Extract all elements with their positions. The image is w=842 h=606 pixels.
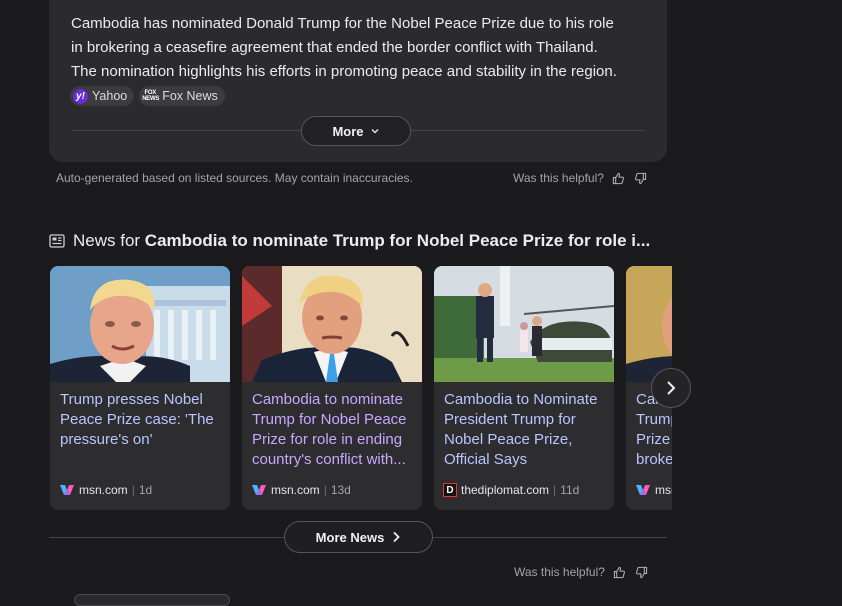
chevron-right-icon [667, 381, 676, 395]
news-image [434, 266, 614, 382]
next-section-stub [74, 594, 230, 606]
news-card-source: D thediplomat.com | 11d [443, 483, 579, 497]
summary-line: in brokering a ceasefire agreement that … [71, 39, 598, 56]
msn-icon [60, 485, 74, 495]
news-age: 11d [560, 483, 580, 497]
summary-text: Cambodia has nominated Donald Trump for … [71, 12, 651, 84]
news-age: 1d [138, 483, 153, 497]
disclaimer: Auto-generated based on listed sources. … [56, 171, 413, 185]
news-heading-query[interactable]: Cambodia to nominate Trump for Nobel Pea… [145, 231, 650, 250]
carousel-next-button[interactable] [651, 368, 691, 408]
source-chip-label: Fox News [162, 89, 218, 103]
newspaper-icon [49, 234, 65, 248]
summary-line: The nomination highlights his efforts in… [71, 63, 617, 80]
news-card[interactable]: Cambodia to Nominate President Trump for… [434, 266, 614, 510]
source-chip-yahoo[interactable]: y! Yahoo [70, 86, 135, 106]
news-age: 13d [330, 483, 351, 497]
news-card-source: msn.com | 13d [251, 483, 351, 497]
news-image [626, 266, 672, 382]
thumbs-up-icon[interactable] [613, 565, 627, 579]
source-chip-fox-news[interactable]: FOX NEWS Fox News [139, 86, 225, 106]
news-heading: News for Cambodia to nominate Trump for … [49, 231, 650, 251]
thumbs-down-icon[interactable] [634, 171, 648, 185]
chevron-right-icon [393, 531, 401, 543]
separator: | [553, 483, 557, 497]
source-name: msn.com [271, 483, 320, 497]
news-card-title[interactable]: Trump presses Nobel Peace Prize case: 'T… [60, 390, 222, 450]
news-image [50, 266, 230, 382]
news-card-title[interactable]: Cambodia to Nominate President Trump for… [444, 390, 606, 470]
news-card[interactable]: Trump presses Nobel Peace Prize case: 'T… [50, 266, 230, 510]
ai-summary-card: Cambodia has nominated Donald Trump for … [49, 0, 667, 162]
fox-news-icon: FOX NEWS [142, 90, 160, 102]
source-name: msn.com [79, 483, 128, 497]
feedback-row: Was this helpful? [514, 565, 649, 579]
thumbs-up-icon[interactable] [612, 171, 626, 185]
yahoo-icon: y! [73, 88, 88, 104]
source-chip-label: Yahoo [92, 89, 128, 103]
separator: | [323, 483, 327, 497]
news-heading-prefix: News for [73, 231, 145, 250]
msn-icon [252, 485, 266, 495]
news-card[interactable]: Cambodia to nominate Trump for Nobel Pea… [242, 266, 422, 510]
thumbs-down-icon[interactable] [635, 565, 649, 579]
news-card-source: msn.com | 1d [59, 483, 152, 497]
feedback-row: Was this helpful? [513, 171, 648, 185]
msn-icon [636, 485, 650, 495]
news-image [242, 266, 422, 382]
chevron-down-icon [371, 129, 379, 134]
news-card-source: msn.com [635, 483, 672, 497]
helpful-label: Was this helpful? [513, 171, 604, 185]
more-button[interactable]: More [301, 116, 411, 146]
source-chips: y! Yahoo FOX NEWS Fox News [70, 86, 225, 106]
news-card-title[interactable]: Cambodia to nominate Trump for Nobel Pea… [252, 390, 414, 470]
more-news-button[interactable]: More News [284, 521, 433, 553]
helpful-label: Was this helpful? [514, 565, 605, 579]
news-carousel: Trump presses Nobel Peace Prize case: 'T… [50, 266, 672, 512]
summary-line: Cambodia has nominated Donald Trump for … [71, 15, 614, 32]
source-name: thediplomat.com [461, 483, 550, 497]
separator: | [131, 483, 135, 497]
more-label: More [332, 123, 364, 139]
more-news-label: More News [315, 529, 385, 545]
thediplomat-icon: D [443, 483, 457, 497]
source-name: msn.com [655, 483, 672, 497]
